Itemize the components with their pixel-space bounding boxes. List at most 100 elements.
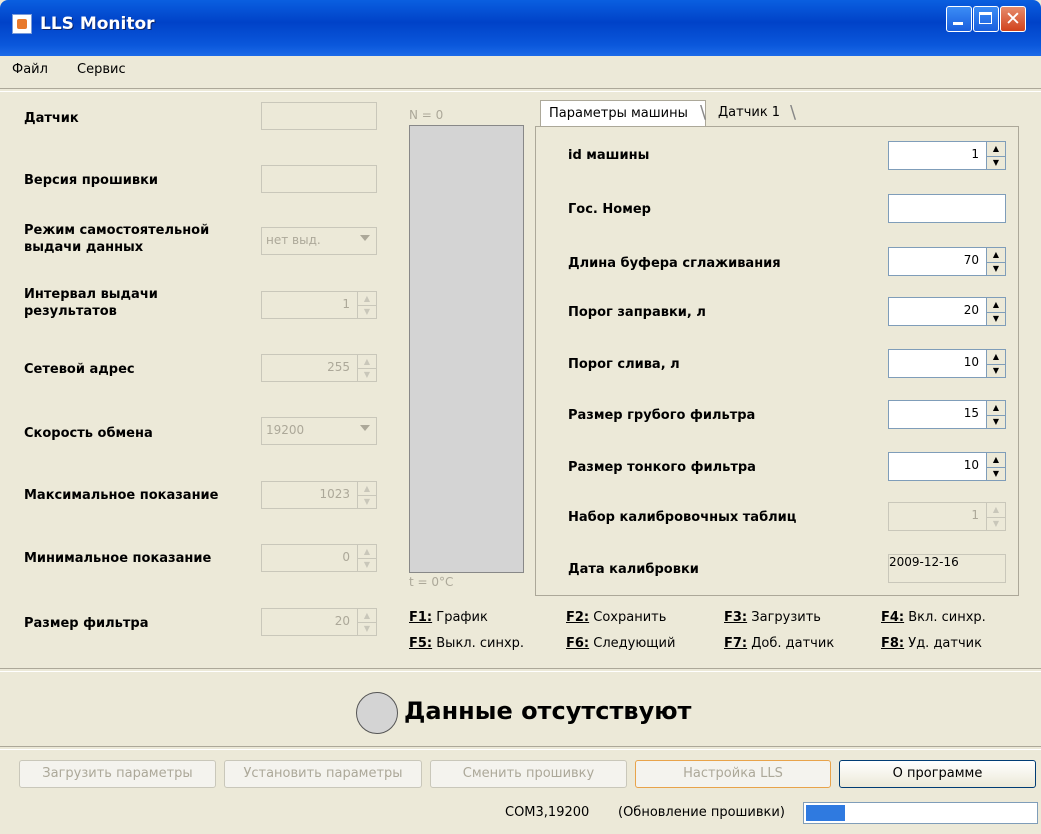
shortcut-text: Сохранить bbox=[593, 610, 667, 625]
shortcut-text: Доб. датчик bbox=[751, 636, 835, 651]
plate-number-input[interactable] bbox=[888, 194, 1006, 223]
spinner-arrows-icon: ▲ ▼ bbox=[986, 503, 1005, 530]
level-gauge bbox=[409, 125, 524, 573]
machine-id-label: id машины bbox=[568, 148, 650, 163]
drain-threshold-value: 10 bbox=[963, 355, 979, 369]
menu-bar: Файл Сервис bbox=[0, 56, 1041, 86]
min-reading-value: 0 bbox=[342, 550, 350, 564]
spinner-arrows-icon[interactable]: ▲ ▼ bbox=[986, 248, 1005, 275]
shortcut-text: Уд. датчик bbox=[908, 636, 982, 651]
calibration-date-value: 2009-12-16 bbox=[889, 555, 959, 569]
shortcut-key: F6: bbox=[566, 636, 590, 651]
calibration-date-label: Дата калибровки bbox=[568, 562, 699, 577]
output-interval-value: 1 bbox=[342, 297, 350, 311]
shortcut-key: F8: bbox=[881, 636, 905, 651]
filter-size-label: Размер фильтра bbox=[24, 616, 149, 631]
change-firmware-button[interactable]: Сменить прошивку bbox=[430, 760, 627, 788]
shortcut-key: F1: bbox=[409, 610, 433, 625]
menu-file[interactable]: Файл bbox=[12, 62, 48, 77]
auto-output-mode-value: нет выд. bbox=[266, 233, 321, 247]
spinner-arrows-icon: ▲ ▼ bbox=[357, 482, 376, 508]
fine-filter-value: 10 bbox=[963, 458, 979, 472]
status-separator bbox=[0, 668, 1041, 672]
gauge-temperature-label: t = 0°C bbox=[409, 575, 454, 589]
drain-threshold-spinner[interactable]: 10 ▲ ▼ bbox=[888, 349, 1006, 378]
fine-filter-spinner[interactable]: 10 ▲ ▼ bbox=[888, 452, 1006, 481]
shortcut-f2[interactable]: F2: Сохранить bbox=[566, 610, 666, 625]
spinner-arrows-icon: ▲ ▼ bbox=[357, 545, 376, 571]
shortcut-key: F3: bbox=[724, 610, 748, 625]
machine-id-spinner[interactable]: 1 ▲ ▼ bbox=[888, 141, 1006, 170]
shortcut-f8[interactable]: F8: Уд. датчик bbox=[881, 636, 982, 651]
plate-number-label: Гос. Номер bbox=[568, 202, 651, 217]
refuel-threshold-spinner[interactable]: 20 ▲ ▼ bbox=[888, 297, 1006, 326]
spinner-arrows-icon[interactable]: ▲ ▼ bbox=[986, 453, 1005, 480]
sensor-field bbox=[261, 102, 377, 130]
smoothing-buffer-spinner[interactable]: 70 ▲ ▼ bbox=[888, 247, 1006, 276]
shortcut-text: График bbox=[436, 610, 488, 625]
network-address-label: Сетевой адрес bbox=[24, 362, 135, 377]
max-reading-value: 1023 bbox=[319, 487, 350, 501]
max-reading-spinner: 1023 ▲ ▼ bbox=[261, 481, 377, 509]
baud-rate-select: 19200 bbox=[261, 417, 377, 445]
shortcut-text: Вкл. синхр. bbox=[908, 610, 986, 625]
network-address-value: 255 bbox=[327, 360, 350, 374]
tab-divider: \ bbox=[790, 102, 797, 123]
minimize-button[interactable] bbox=[946, 6, 972, 32]
baud-rate-label: Скорость обмена bbox=[24, 426, 153, 441]
shortcut-key: F5: bbox=[409, 636, 433, 651]
shortcut-f3[interactable]: F3: Загрузить bbox=[724, 610, 821, 625]
shortcut-text: Загрузить bbox=[751, 610, 821, 625]
machine-id-value: 1 bbox=[971, 147, 979, 161]
calibration-tables-label: Набор калибровочных таблиц bbox=[568, 510, 797, 525]
close-icon: ✕ bbox=[1005, 8, 1021, 30]
coarse-filter-spinner[interactable]: 15 ▲ ▼ bbox=[888, 400, 1006, 429]
output-interval-spinner: 1 ▲ ▼ bbox=[261, 291, 377, 319]
tab-divider: \ bbox=[700, 102, 707, 123]
window-title: LLS Monitor bbox=[40, 14, 155, 34]
network-address-spinner: 255 ▲ ▼ bbox=[261, 354, 377, 382]
close-button[interactable]: ✕ bbox=[1000, 6, 1026, 32]
baud-rate-value: 19200 bbox=[266, 423, 305, 437]
shortcut-f6[interactable]: F6: Следующий bbox=[566, 636, 675, 651]
java-app-icon bbox=[12, 14, 32, 34]
calibration-tables-spinner: 1 ▲ ▼ bbox=[888, 502, 1006, 531]
port-status: COM3,19200 bbox=[505, 805, 590, 820]
firmware-version-field bbox=[261, 165, 377, 193]
auto-output-mode-select: нет выд. bbox=[261, 227, 377, 255]
smoothing-buffer-label: Длина буфера сглаживания bbox=[568, 256, 781, 271]
load-params-button[interactable]: Загрузить параметры bbox=[19, 760, 216, 788]
menu-service[interactable]: Сервис bbox=[77, 62, 126, 77]
spinner-arrows-icon: ▲ ▼ bbox=[357, 355, 376, 381]
maximize-button[interactable] bbox=[973, 6, 999, 32]
filter-size-value: 20 bbox=[334, 614, 350, 628]
about-button[interactable]: О программе bbox=[839, 760, 1036, 788]
max-reading-label: Максимальное показание bbox=[24, 488, 219, 503]
tab-machine-params[interactable]: Параметры машины bbox=[540, 100, 706, 126]
set-params-button[interactable]: Установить параметры bbox=[224, 760, 422, 788]
shortcut-key: F7: bbox=[724, 636, 748, 651]
refuel-threshold-label: Порог заправки, л bbox=[568, 305, 706, 320]
smoothing-buffer-value: 70 bbox=[963, 253, 979, 267]
shortcut-f1[interactable]: F1: График bbox=[409, 610, 488, 625]
status-message: Данные отсутствуют bbox=[404, 697, 692, 725]
gauge-n-label: N = 0 bbox=[409, 108, 444, 122]
firmware-version-label: Версия прошивки bbox=[24, 173, 159, 188]
spinner-arrows-icon[interactable]: ▲ ▼ bbox=[986, 350, 1005, 377]
shortcut-f7[interactable]: F7: Доб. датчик bbox=[724, 636, 834, 651]
shortcut-f4[interactable]: F4: Вкл. синхр. bbox=[881, 610, 986, 625]
output-interval-label: Интервал выдачи результатов bbox=[24, 287, 158, 319]
refuel-threshold-value: 20 bbox=[963, 303, 979, 317]
spinner-arrows-icon[interactable]: ▲ ▼ bbox=[986, 401, 1005, 428]
auto-output-mode-label: Режим самостоятельной выдачи данных bbox=[24, 223, 210, 255]
lls-settings-button[interactable]: Настройка LLS bbox=[635, 760, 831, 788]
calibration-tables-value: 1 bbox=[971, 508, 979, 522]
spinner-arrows-icon[interactable]: ▲ ▼ bbox=[986, 298, 1005, 325]
spinner-arrows-icon: ▲ ▼ bbox=[357, 609, 376, 635]
chevron-down-icon bbox=[360, 235, 370, 241]
shortcut-f5[interactable]: F5: Выкл. синхр. bbox=[409, 636, 524, 651]
spinner-arrows-icon[interactable]: ▲ ▼ bbox=[986, 142, 1005, 169]
shortcut-text: Выкл. синхр. bbox=[436, 636, 525, 651]
firmware-progress-bar bbox=[803, 802, 1038, 824]
shortcut-text: Следующий bbox=[593, 636, 676, 651]
